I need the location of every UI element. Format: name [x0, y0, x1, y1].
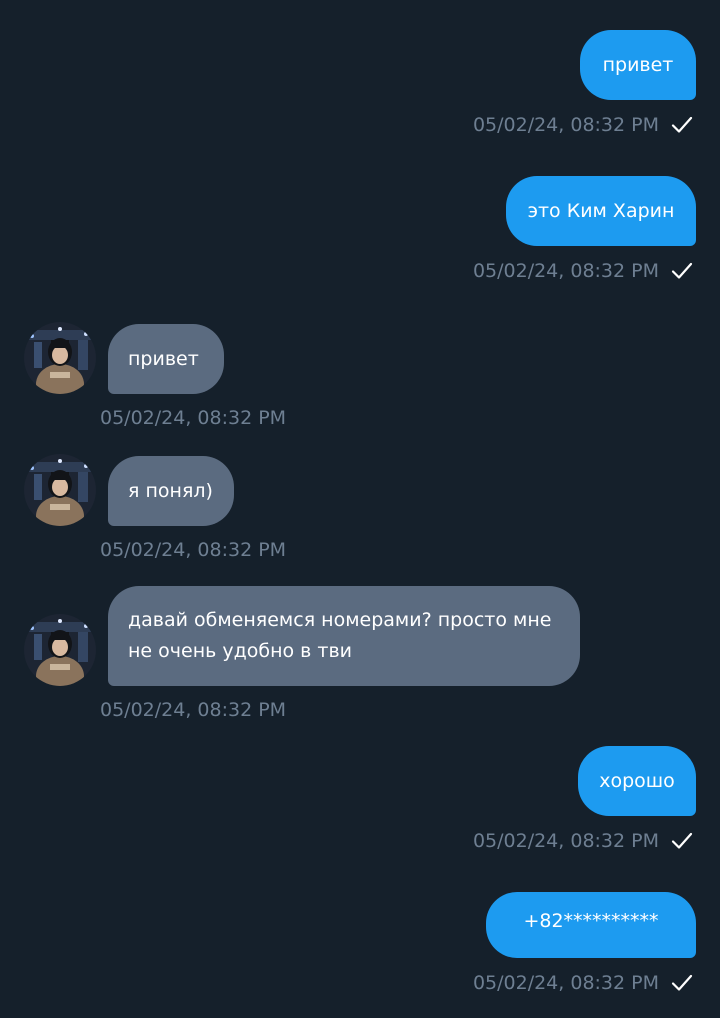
avatar-image [24, 322, 96, 394]
message-timestamp: 05/02/24, 08:32 PM [472, 830, 659, 852]
message-timestamp: 05/02/24, 08:32 PM [100, 539, 287, 561]
avatar[interactable] [24, 322, 96, 394]
message-meta: 05/02/24, 08:32 PM [473, 259, 693, 283]
message-timestamp: 05/02/24, 08:32 PM [100, 407, 287, 429]
message-timestamp: 05/02/24, 08:32 PM [472, 114, 659, 136]
incoming-message-bubble[interactable]: давай обменяемся номерами? просто мне не… [108, 586, 580, 686]
message-text: привет [602, 53, 674, 76]
message-text: я понял) [128, 479, 213, 502]
outgoing-message-bubble[interactable]: +82********** [486, 892, 696, 958]
message-timestamp: 05/02/24, 08:32 PM [472, 972, 659, 994]
avatar[interactable] [24, 614, 96, 686]
message-text: это Ким Харин [527, 199, 675, 222]
message-timestamp: 05/02/24, 08:32 PM [472, 260, 659, 282]
avatar-image [24, 454, 96, 526]
message-text: давай обменяемся номерами? просто мне не… [128, 609, 552, 662]
incoming-message-bubble[interactable]: я понял) [108, 456, 234, 526]
avatar[interactable] [24, 454, 96, 526]
check-icon [671, 262, 693, 279]
message-text: привет [128, 347, 199, 370]
check-icon [671, 974, 693, 991]
message-meta: 05/02/24, 08:32 PM [473, 971, 693, 995]
outgoing-message-bubble[interactable]: привет [580, 30, 696, 100]
message-text: хорошо [599, 769, 675, 792]
check-icon [671, 832, 693, 849]
check-icon [671, 116, 693, 133]
outgoing-message-bubble[interactable]: хорошо [578, 746, 696, 816]
message-text: +82********** [523, 910, 659, 932]
message-meta: 05/02/24, 08:32 PM [473, 829, 693, 853]
outgoing-message-bubble[interactable]: это Ким Харин [506, 176, 696, 246]
message-timestamp: 05/02/24, 08:32 PM [100, 699, 287, 721]
incoming-message-bubble[interactable]: привет [108, 324, 224, 394]
message-thread: привет 05/02/24, 08:32 PM это Ким Харин … [0, 0, 720, 1018]
message-meta: 05/02/24, 08:32 PM [473, 113, 693, 137]
avatar-image [24, 614, 96, 686]
